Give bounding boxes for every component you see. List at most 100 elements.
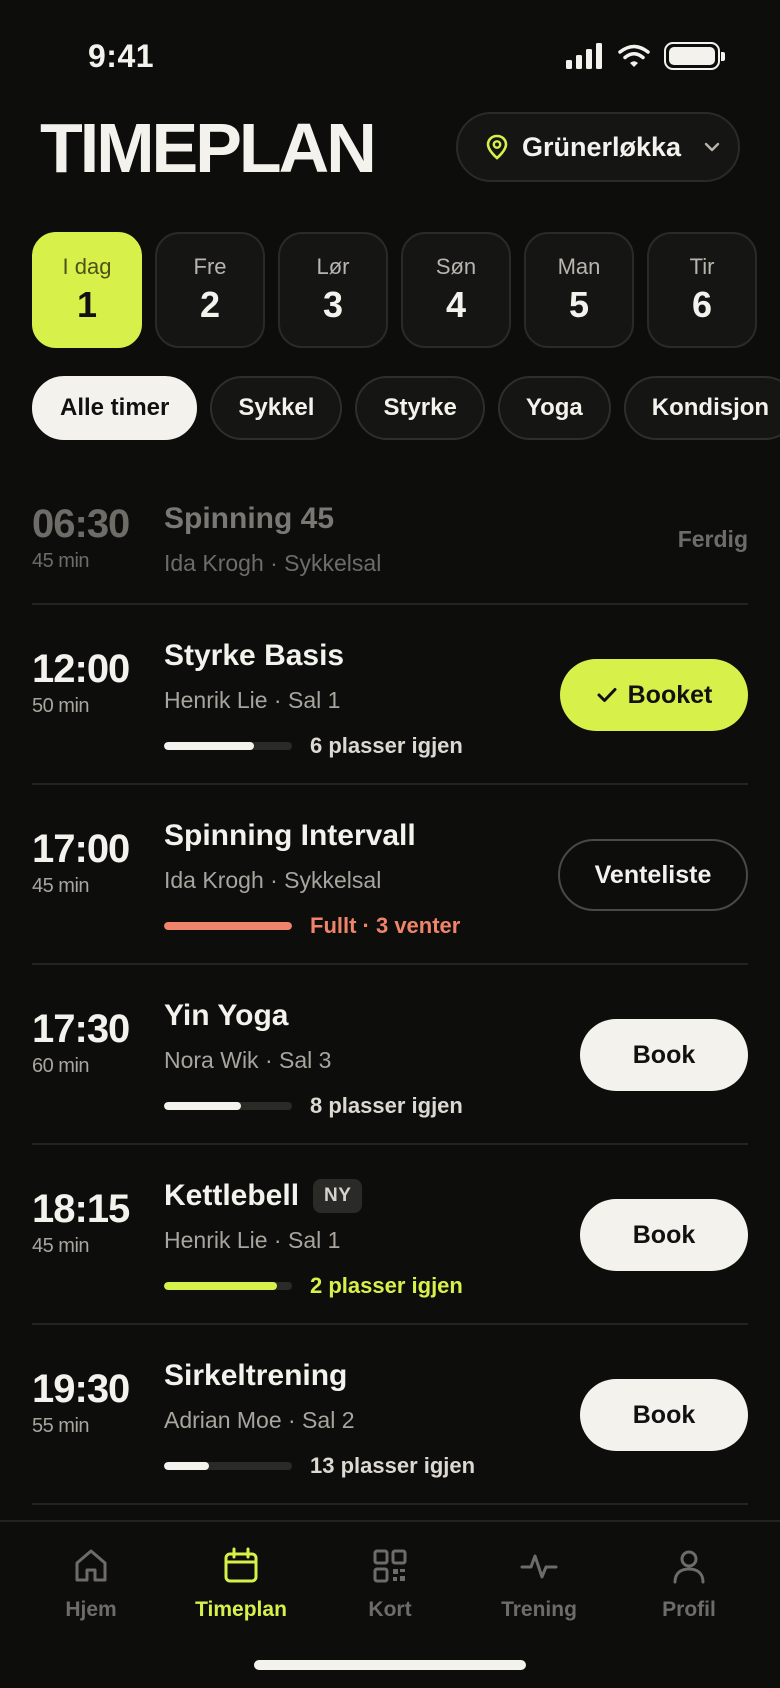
- tab-timeplan[interactable]: Timeplan: [171, 1546, 311, 1622]
- capacity-text: 13 plasser igjen: [310, 1453, 476, 1478]
- day-label: Søn: [435, 254, 477, 279]
- status-icons: [566, 42, 725, 70]
- location-selector[interactable]: Grünerløkka: [456, 112, 740, 182]
- class-meta: Ida Krogh · Sykkelsal: [164, 550, 382, 576]
- tab-label: Trening: [501, 1598, 577, 1621]
- capacity: 2 plasser igjen: [164, 1273, 463, 1299]
- day-number: 6: [691, 284, 713, 325]
- class-meta: Ida Krogh · Sykkelsal: [164, 867, 382, 893]
- class-duration: 45 min: [32, 550, 90, 572]
- capacity-bar: [164, 1462, 292, 1470]
- filter-chip-styrke[interactable]: Styrke: [355, 376, 485, 440]
- battery-icon: [664, 42, 725, 70]
- filter-chip-sykkel[interactable]: Sykkel: [210, 376, 343, 440]
- class-meta: Nora Wik · Sal 3: [164, 1047, 332, 1073]
- class-name: Kettlebell NY: [164, 1179, 363, 1213]
- book-button[interactable]: Book: [580, 1019, 748, 1091]
- class-title: Spinning 45: [164, 502, 335, 535]
- class-row: 19:30 55 min Sirkeltrening Adrian Moe · …: [32, 1325, 748, 1505]
- class-duration: 50 min: [32, 695, 90, 717]
- class-title: Styrke Basis: [164, 639, 345, 672]
- capacity-bar-fill: [164, 1462, 209, 1470]
- book-button[interactable]: Book: [580, 1199, 748, 1271]
- day-label: Fre: [193, 254, 227, 279]
- capacity-text: 2 plasser igjen: [310, 1273, 463, 1298]
- class-name: Sirkeltrening: [164, 1359, 347, 1393]
- class-row: 06:30 45 min Spinning 45 Ida Krogh · Syk…: [32, 470, 748, 605]
- class-name: Yin Yoga: [164, 999, 288, 1033]
- day-number: 2: [199, 284, 221, 325]
- class-title: Kettlebell: [164, 1179, 300, 1212]
- class-meta: Henrik Lie · Sal 1: [164, 1227, 341, 1253]
- day-number: 5: [568, 284, 590, 325]
- capacity-text: 6 plasser igjen: [310, 733, 463, 758]
- day-pill-man[interactable]: Man 5: [524, 232, 634, 348]
- location-label: Grünerløkka: [522, 131, 682, 162]
- capacity-bar: [164, 922, 292, 930]
- booked-button[interactable]: Booket: [560, 659, 748, 731]
- class-list: 06:30 45 min Spinning 45 Ida Krogh · Syk…: [32, 470, 748, 1505]
- capacity: Fullt · 3 venter: [164, 913, 460, 939]
- booked-button-label: Booket: [627, 680, 713, 709]
- day-selector: I dag 1 Fre 2 Lør 3 Søn 4 Man 5 Tir 6: [32, 232, 757, 348]
- day-label: Man: [557, 254, 601, 279]
- tab-label: Hjem: [65, 1598, 117, 1621]
- activity-icon: [520, 1554, 558, 1579]
- filter-chip-kondisjon[interactable]: Kondisjon: [623, 376, 780, 440]
- capacity-bar-fill: [164, 742, 254, 750]
- qr-code-icon: [373, 1549, 407, 1583]
- chevron-down-icon: [704, 142, 720, 152]
- user-icon: [673, 1550, 705, 1584]
- class-time: 19:30: [32, 1367, 130, 1411]
- capacity: 6 plasser igjen: [164, 733, 463, 759]
- page-title: TIMEPLAN: [40, 109, 377, 187]
- class-meta: Adrian Moe · Sal 2: [164, 1407, 355, 1433]
- book-button[interactable]: Book: [580, 1379, 748, 1451]
- class-title: Sirkeltrening: [164, 1359, 348, 1392]
- tab-trening[interactable]: Trening: [469, 1546, 609, 1622]
- filter-chip-all[interactable]: Alle timer: [32, 376, 198, 440]
- location-pin-icon: [486, 134, 508, 160]
- home-indicator: [254, 1660, 526, 1670]
- tab-label: Profil: [662, 1598, 716, 1621]
- class-duration: 45 min: [32, 875, 90, 897]
- capacity-text: Fullt · 3 venter: [310, 913, 461, 938]
- class-row: 18:15 45 min Kettlebell NY Henrik Lie · …: [32, 1145, 748, 1325]
- class-meta: Henrik Lie · Sal 1: [164, 687, 341, 713]
- new-badge: NY: [313, 1179, 363, 1213]
- day-pill-fre[interactable]: Fre 2: [155, 232, 265, 348]
- class-title: Yin Yoga: [164, 999, 289, 1032]
- class-duration: 60 min: [32, 1055, 90, 1077]
- capacity-bar-fill: [164, 1282, 277, 1290]
- class-row: 17:00 45 min Spinning Intervall Ida Krog…: [32, 785, 748, 965]
- class-name: Styrke Basis: [164, 639, 344, 673]
- capacity: 8 plasser igjen: [164, 1093, 463, 1119]
- status-bar: 9:41: [0, 0, 780, 110]
- day-number: 4: [445, 284, 467, 325]
- capacity-bar: [164, 1102, 292, 1110]
- day-pill-tir[interactable]: Tir 6: [647, 232, 757, 348]
- class-time: 17:30: [32, 1007, 130, 1051]
- waitlist-button[interactable]: Venteliste: [558, 839, 748, 911]
- tab-label: Timeplan: [195, 1598, 287, 1621]
- signal-icon: [566, 43, 602, 69]
- class-time: 18:15: [32, 1187, 130, 1231]
- class-time: 12:00: [32, 647, 130, 691]
- class-time: 17:00: [32, 827, 130, 871]
- filter-chip-yoga[interactable]: Yoga: [497, 376, 611, 440]
- day-number: 1: [76, 284, 98, 325]
- tab-kort[interactable]: Kort: [320, 1546, 460, 1622]
- capacity-text: 8 plasser igjen: [310, 1093, 463, 1118]
- day-pill-son[interactable]: Søn 4: [401, 232, 511, 348]
- day-pill-today[interactable]: I dag 1: [32, 232, 142, 348]
- tab-hjem[interactable]: Hjem: [21, 1546, 161, 1622]
- calendar-icon: [224, 1547, 258, 1583]
- check-icon: [597, 688, 617, 702]
- day-number: 3: [322, 284, 344, 325]
- class-name: Spinning Intervall: [164, 819, 416, 853]
- tab-profil[interactable]: Profil: [619, 1546, 759, 1622]
- day-pill-lor[interactable]: Lør 3: [278, 232, 388, 348]
- day-label: Tir: [689, 254, 715, 279]
- capacity-bar: [164, 1282, 292, 1290]
- class-row: 12:00 50 min Styrke Basis Henrik Lie · S…: [32, 605, 748, 785]
